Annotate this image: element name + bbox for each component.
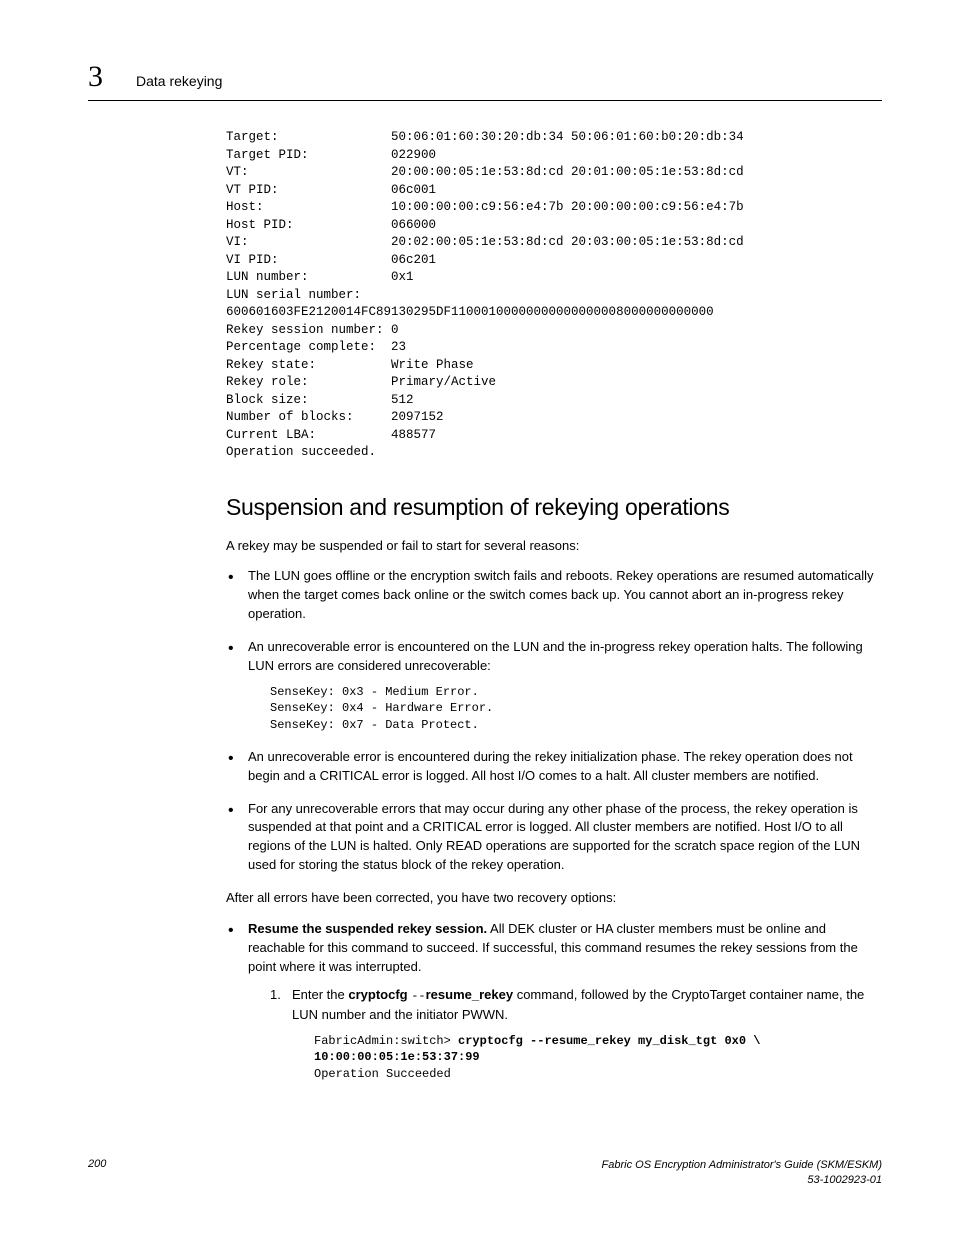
command-result: Operation Succeeded [314, 1067, 451, 1081]
list-item: For any unrecoverable errors that may oc… [226, 800, 882, 875]
resume-bold: Resume the suspended rekey session. [248, 921, 487, 936]
bullet-text: An unrecoverable error is encountered on… [248, 639, 863, 673]
steps-list: 1. Enter the cryptocfg --resume_rekey co… [270, 986, 882, 1083]
after-errors-text: After all errors have been corrected, yo… [226, 889, 882, 908]
doc-title: Fabric OS Encryption Administrator's Gui… [602, 1158, 882, 1172]
command-prompt: FabricAdmin:switch> [314, 1034, 458, 1048]
section-heading: Suspension and resumption of rekeying op… [226, 494, 882, 521]
bullet-text: For any unrecoverable errors that may oc… [248, 801, 860, 873]
terminal-output: Target: 50:06:01:60:30:20:db:34 50:06:01… [226, 129, 882, 462]
intro-text: A rekey may be suspended or fail to star… [226, 537, 882, 556]
step-cmd1: cryptocfg [348, 987, 411, 1002]
step-item: 1. Enter the cryptocfg --resume_rekey co… [270, 986, 882, 1083]
bullet-text: The LUN goes offline or the encryption s… [248, 568, 874, 621]
list-item: The LUN goes offline or the encryption s… [226, 567, 882, 624]
sensekey-block: SenseKey: 0x3 - Medium Error. SenseKey: … [270, 684, 882, 734]
doc-id: 53-1002923-01 [602, 1173, 882, 1187]
list-item: An unrecoverable error is encountered du… [226, 748, 882, 786]
step-number: 1. [270, 986, 281, 1005]
step-dashes: -- [411, 989, 425, 1003]
command-block: FabricAdmin:switch> cryptocfg --resume_r… [314, 1033, 882, 1083]
list-item: Resume the suspended rekey session. All … [226, 920, 882, 1083]
page-footer: 200 Fabric OS Encryption Administrator's… [88, 1158, 882, 1187]
footer-right: Fabric OS Encryption Administrator's Gui… [602, 1158, 882, 1187]
chapter-number: 3 [88, 60, 136, 94]
step-cmd2: resume_rekey [426, 987, 513, 1002]
recovery-list: Resume the suspended rekey session. All … [226, 920, 882, 1083]
list-item: An unrecoverable error is encountered on… [226, 638, 882, 734]
bullet-text: An unrecoverable error is encountered du… [248, 749, 853, 783]
header-title: Data rekeying [136, 73, 222, 89]
reasons-list: The LUN goes offline or the encryption s… [226, 567, 882, 875]
step-text-pre: Enter the [292, 987, 348, 1002]
page-header: 3 Data rekeying [88, 60, 882, 101]
page-number: 200 [88, 1158, 106, 1187]
